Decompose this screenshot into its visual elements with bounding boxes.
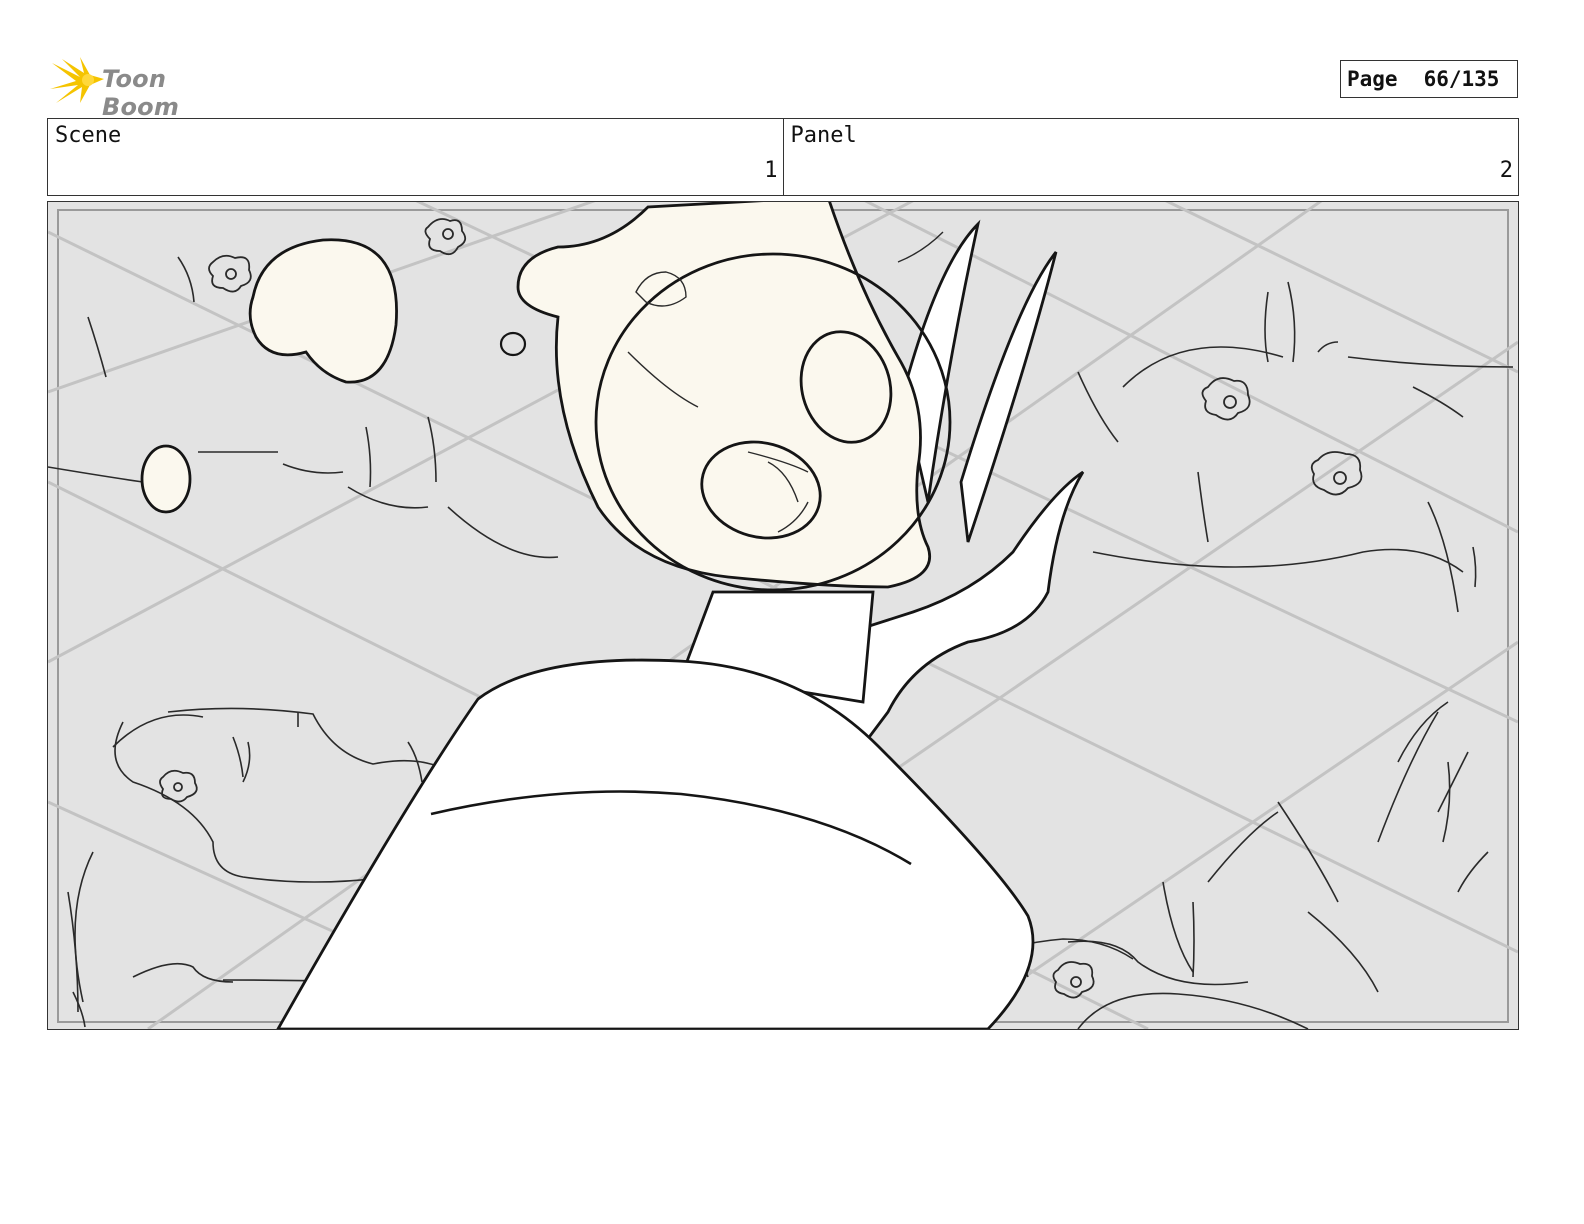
scene-panel-table: Scene 1 Panel 2: [47, 118, 1519, 196]
page-label: Page: [1347, 67, 1398, 91]
panel-cell: Panel 2: [782, 119, 1519, 195]
scene-value: 1: [764, 158, 778, 183]
panel-label: Panel: [790, 123, 857, 148]
storyboard-frame: [47, 201, 1519, 1030]
scene-label: Scene: [55, 123, 122, 148]
burst-icon: [50, 57, 104, 103]
logo-text: Toon Boom: [102, 65, 180, 121]
page-indicator: Page 66/135: [1340, 60, 1518, 98]
scene-cell: Scene 1: [48, 119, 783, 195]
toon-boom-logo: Toon Boom: [50, 55, 250, 121]
storyboard-sketch: [48, 202, 1518, 1029]
panel-value: 2: [1499, 158, 1513, 183]
page-number: 66/135: [1423, 67, 1500, 91]
